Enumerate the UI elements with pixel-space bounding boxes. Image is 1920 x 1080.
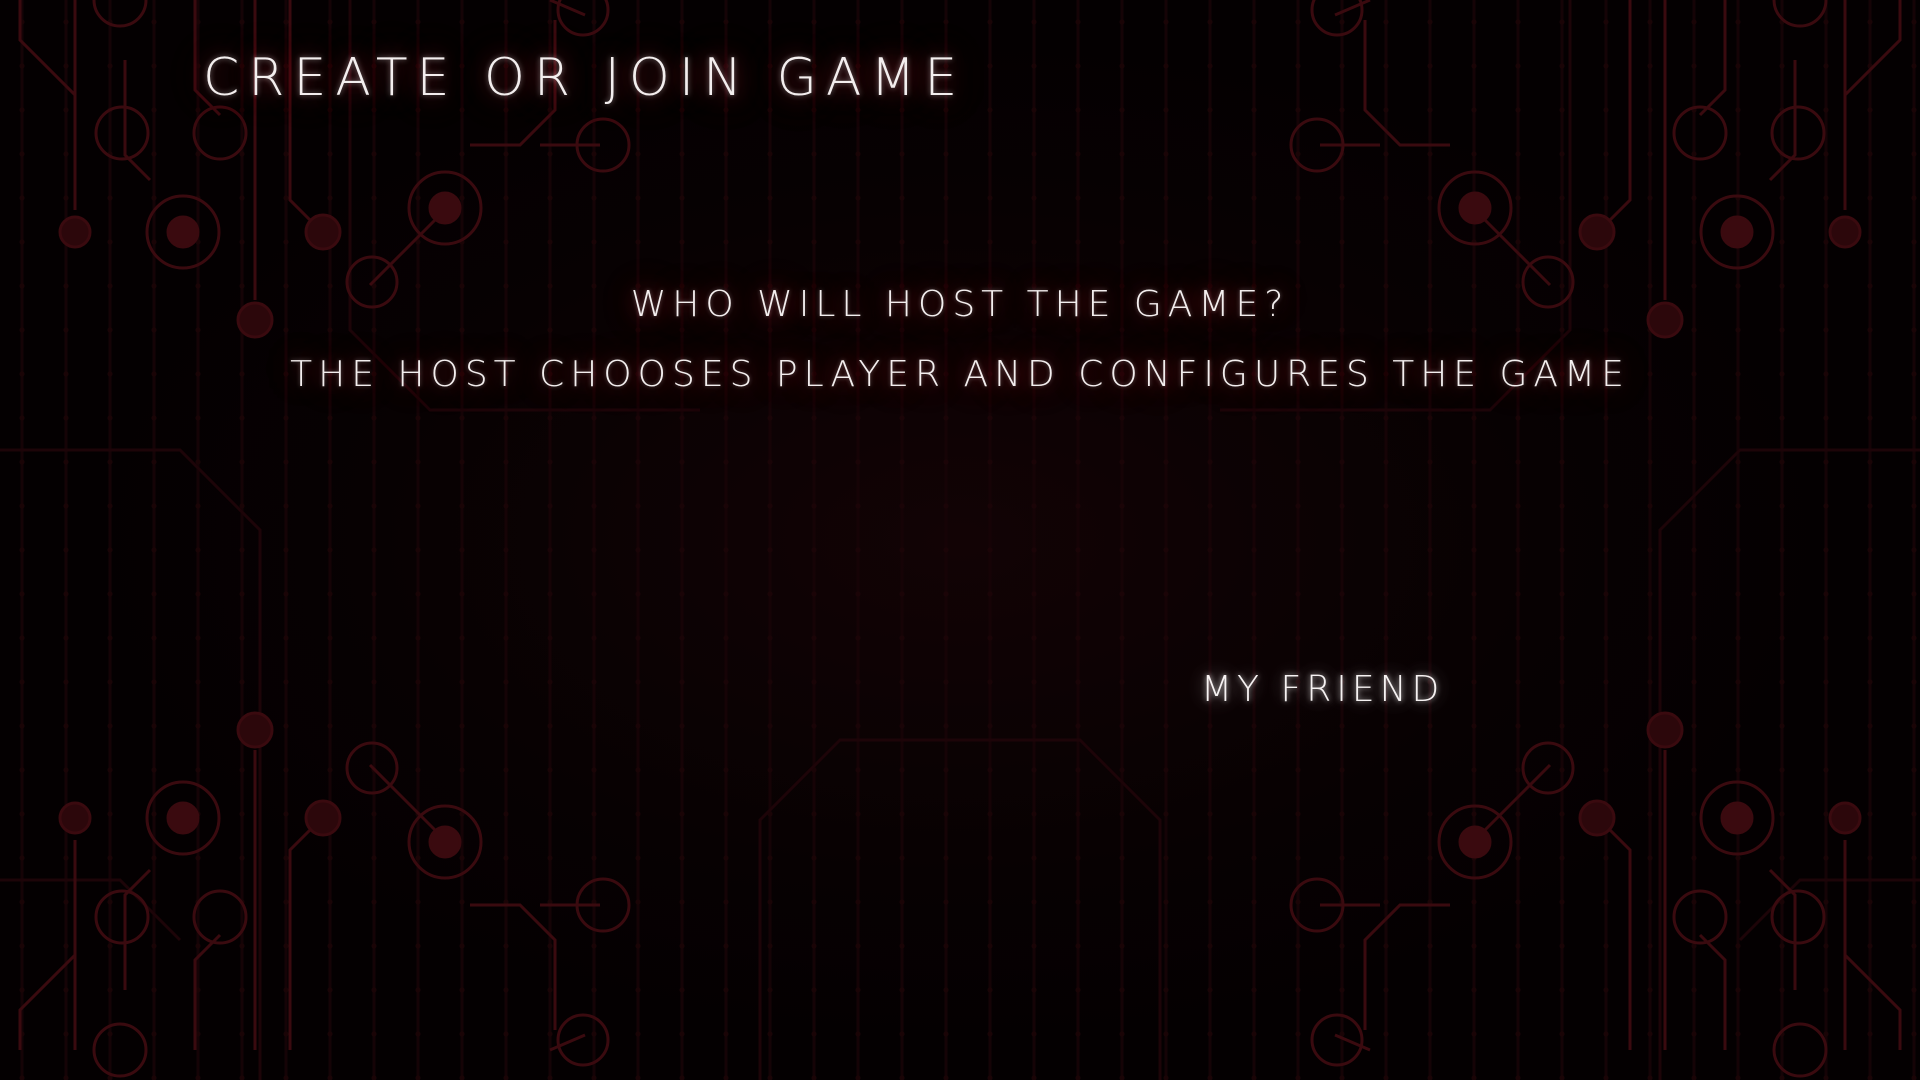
game-screen: CREATE OR JOIN GAME WHO WILL HOST THE GA… (0, 0, 1920, 1080)
screen-title: CREATE OR JOIN GAME (203, 48, 967, 108)
host-question: WHO WILL HOST THE GAME? (630, 284, 1290, 325)
my-friend-option[interactable]: MY FRIEND (1195, 665, 1450, 714)
circuit-board-background (0, 0, 1920, 1080)
host-description: THE HOST CHOOSES PLAYER AND CONFIGURES T… (290, 354, 1630, 395)
